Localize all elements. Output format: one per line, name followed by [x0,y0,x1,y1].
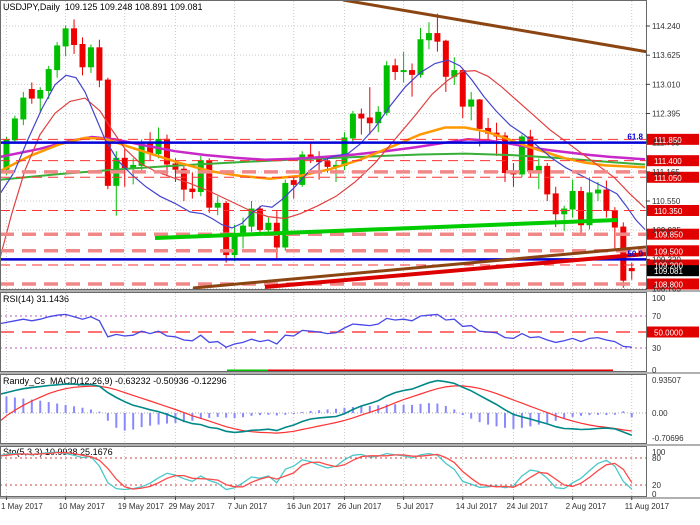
candle-body [604,190,609,210]
rsi-axis-label: 0 [652,366,657,375]
ma-magenta [0,137,645,160]
candle-body [418,40,423,75]
descending-resistance-brown [343,0,648,52]
x-axis-label: 29 May 2017 [168,502,215,511]
candle-body [215,203,220,207]
macd-axis-label: 0.00 [652,409,668,418]
candle-body [325,162,330,167]
x-axis-label: 26 Jun 2017 [337,502,382,511]
candle-body [63,29,68,46]
candle-body [401,71,406,72]
price-badge-label: 108.800 [654,280,683,289]
moving-averages-layer [0,60,645,258]
candle-body [570,192,575,210]
rsi-line [0,314,632,347]
price-tick-label: 113.010 [652,80,681,89]
x-axis-label: 16 Jun 2017 [287,502,332,511]
sto-axis-label: 80 [652,454,661,463]
candle-body [595,190,600,193]
candle-body [629,269,634,271]
candle-body [460,71,465,107]
x-axis-label: 19 May 2017 [118,502,165,511]
candle-body [435,34,440,42]
candle-body [38,90,43,98]
x-axis-label: 2 Aug 2017 [566,502,607,511]
candle-body [266,223,271,229]
candle-body [207,161,212,207]
macd-axis-label: 0.93507 [652,376,681,385]
candle-body [443,41,448,76]
candle-body [46,70,51,91]
sto-axis-label: 0 [652,490,657,499]
chart-canvas[interactable]: 61.8 50.0 114.240 113.625 113.010 112.395 111.… [0,0,700,525]
candle-body [29,90,34,99]
candle-body [350,114,355,138]
trading-chart-window: USDJPY,Daily 109.125 109.248 108.891 109… [0,0,700,525]
rsi-axis-label: 70 [652,312,661,321]
x-axis-label: 5 Jul 2017 [397,502,434,511]
stochastic-panel [0,452,646,489]
sto-axis-label: 20 [652,481,661,490]
candle-body [55,46,60,70]
rsi-axis-label: 100 [652,294,666,303]
candle-body [562,209,567,214]
x-axis-label: 11 Aug 2017 [625,502,670,511]
x-axis-label: 7 Jun 2017 [228,502,268,511]
price-badge-label: 111.050 [654,174,682,183]
candle-body [97,48,102,80]
price-tick-label: 112.395 [652,109,681,118]
price-badge-label: 109.500 [654,247,683,256]
price-badge-label: 111.400 [654,157,682,166]
ma-blue-fast [0,60,645,229]
x-axis-label: 1 May 2017 [1,502,43,511]
price-tick-label: 113.625 [652,51,681,60]
rsi-axis-label: 30 [652,344,661,353]
candle-body [477,100,482,128]
candle-body [367,118,372,123]
candle-body [12,119,17,140]
candle-body [291,181,296,185]
candle-body [21,98,26,119]
macd-signal-line [0,386,632,433]
rsi-mid-badge-label: 50.0000 [654,329,683,338]
x-axis-label: 14 Jul 2017 [456,502,498,511]
price-badge-label: 109.081 [654,267,683,276]
candle-body [393,66,398,72]
price-badge-label: 109.850 [654,231,683,240]
x-axis-label: 10 May 2017 [59,502,106,511]
price-tick-label: 114.240 [652,22,681,31]
macd-axis-label: -0.70696 [652,434,684,443]
candle-body [72,29,77,45]
macd-panel [0,381,646,436]
x-axis-label: 24 Jul 2017 [506,502,548,511]
candle-body [283,183,288,247]
candle-body [257,209,262,229]
price-badge-label: 110.350 [654,207,683,216]
rsi-panel [0,314,646,372]
candle-body [190,189,195,191]
candle-body [410,71,415,75]
ascending-support-brown [193,247,646,288]
fib-label: 61.8 [627,133,643,142]
candle-body [359,114,364,118]
candle-body [545,166,550,194]
price-badge-label: 111.850 [654,136,682,145]
candle-body [88,48,93,67]
price-tick-label: 110.550 [652,197,681,206]
candle-body [384,66,389,112]
price-panel [0,0,648,288]
candle-body [224,203,229,254]
candle-body [426,34,431,40]
candle-body [80,44,85,66]
candle-body [469,100,474,106]
fib-label: 50.0 [627,249,643,258]
